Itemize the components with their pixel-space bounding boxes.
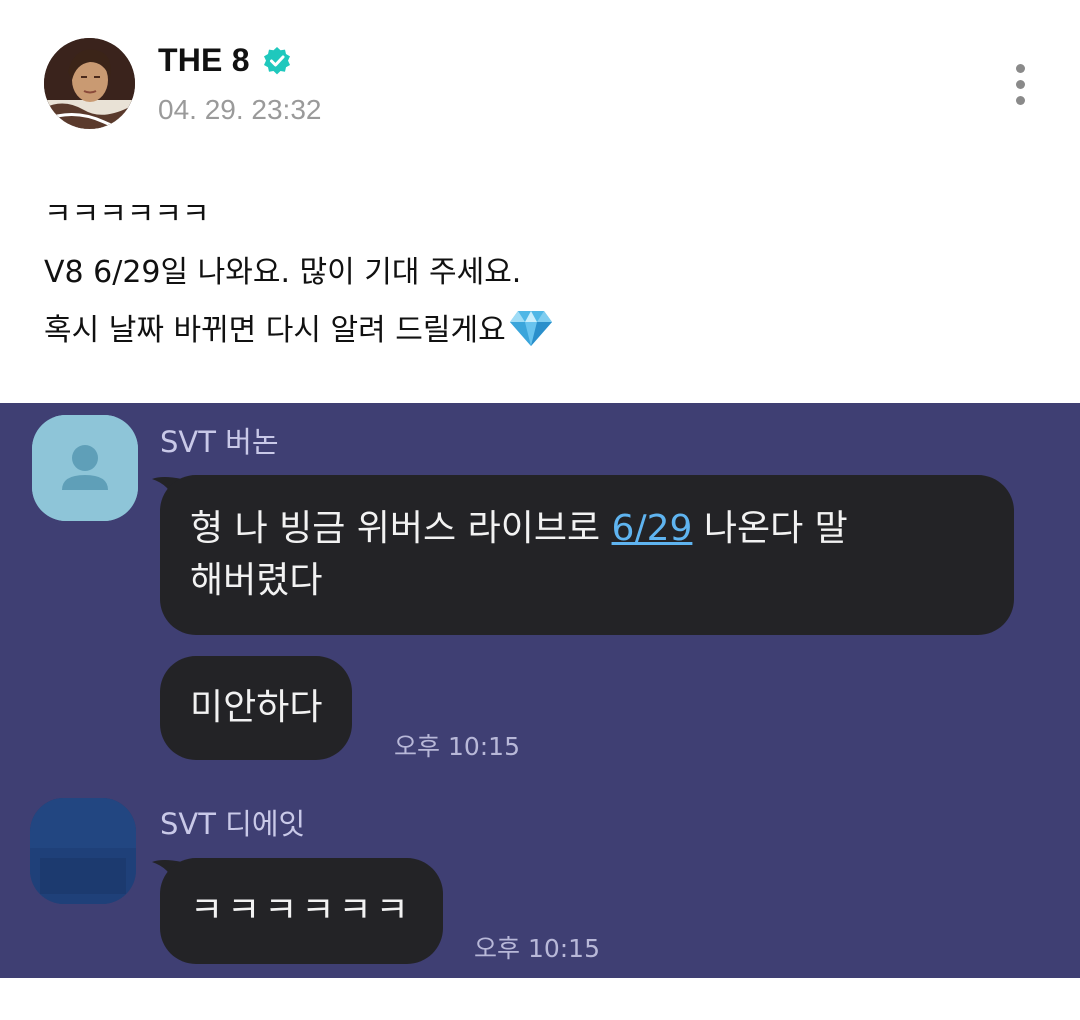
gem-icon [509,311,552,346]
author-avatar[interactable] [44,38,135,129]
message-time: 오후 10:15 [474,934,600,963]
post-line-notice: 혹시 날짜 바뀌면 다시 알려 드릴게요 [44,302,1044,360]
post-timestamp: 04. 29. 23:32 [158,94,322,125]
message-text: 나온다 말 [692,508,848,549]
sender-avatar-dino[interactable] [30,798,136,904]
chat-screenshot: SVT 버논 형 나 빙금 위버스 라이브로 6/29 나온다 말 해버렸다 미… [0,403,1080,978]
message-text: 형 나 빙금 위버스 라이브로 [190,508,612,549]
sender-name-dino: SVT 디에잇 [160,807,306,841]
author-name[interactable]: THE 8 [158,42,250,79]
message-text: 미안하다 [190,687,323,728]
sender-name-vernon: SVT 버논 [160,425,279,459]
message-bubble-vernon-1[interactable]: 형 나 빙금 위버스 라이브로 6/29 나온다 말 해버렸다 [160,475,1014,635]
sender-avatar-vernon[interactable] [32,415,138,521]
post-body: ㅋㅋㅋㅋㅋㅋ V8 6/29일 나와요. 많이 기대 주세요. 혹시 날짜 바뀌… [44,186,1044,360]
post-header: THE 8 04. 29. 23:32 [44,38,1044,130]
message-text: ㅋㅋㅋㅋㅋㅋ [190,890,413,931]
message-bubble-dino-1[interactable]: ㅋㅋㅋㅋㅋㅋ [160,858,443,964]
post-line-laugh: ㅋㅋㅋㅋㅋㅋ [44,197,210,232]
message-text: 해버렸다 [190,560,323,601]
post-line-announcement: V8 6/29일 나와요. 많이 기대 주세요. [44,255,522,290]
verified-badge-icon [264,47,290,75]
date-link[interactable]: 6/29 [612,508,693,549]
message-bubble-vernon-2[interactable]: 미안하다 [160,656,353,760]
post-line-notice-text: 혹시 날짜 바뀌면 다시 알려 드릴게요 [44,313,506,348]
message-time: 오후 10:15 [394,732,520,761]
more-options-icon[interactable] [1008,64,1032,110]
